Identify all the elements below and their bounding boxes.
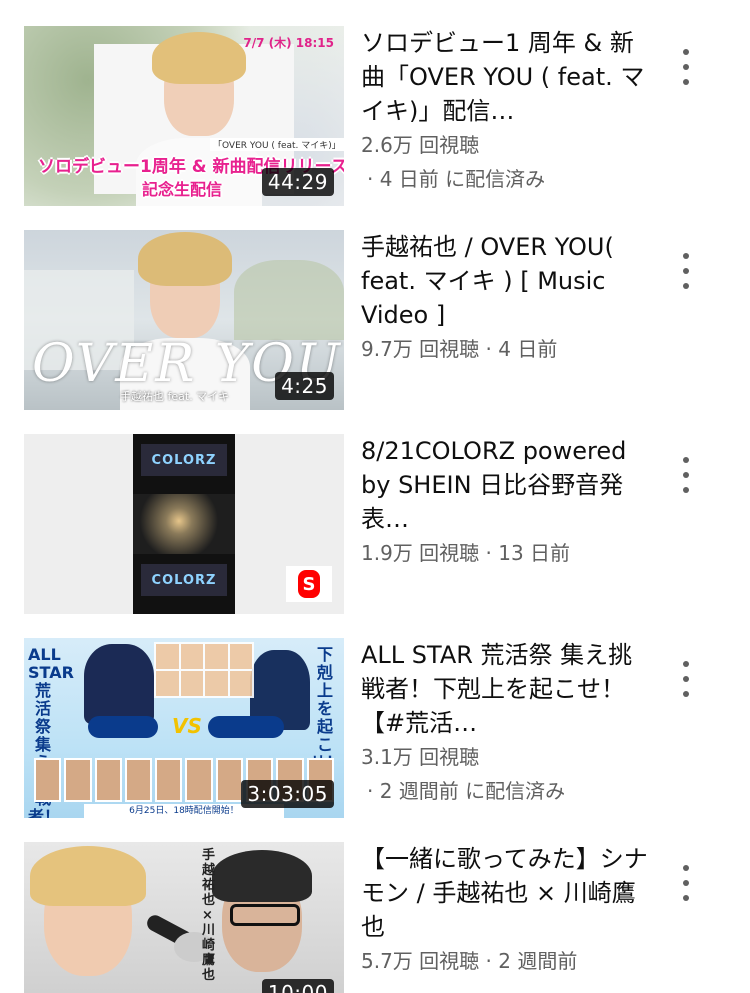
character-figure (84, 644, 154, 724)
video-age: · 2 週間前 に配信済み (367, 779, 566, 803)
video-list: 7/7 (木) 18:15 「OVER YOU ( feat. マイキ)」 ソロ… (0, 0, 750, 993)
person-hair (212, 850, 312, 902)
video-meta: 1.9万 回視聴 · 13 日前 (361, 541, 571, 565)
video-title[interactable]: 8/21COLORZ powered by SHEIN 日比谷野音発表… (361, 434, 651, 536)
duration-badge: 3:03:05 (241, 780, 334, 808)
vs-label: VS (172, 714, 202, 738)
video-thumbnail[interactable]: 手越祐也×川崎鷹也 10:00 (24, 842, 344, 993)
thumbnail-caption-2: 下剋上を起こせ！ (310, 645, 343, 772)
thumbnail-date: 7/7 (木) 18:15 (243, 36, 334, 50)
video-thumbnail[interactable]: ALL STAR 荒活祭 集え挑戦者！ 下剋上を起こせ！ VS 6月25日、18… (24, 638, 344, 818)
person-hair (138, 232, 232, 286)
glasses (230, 904, 300, 926)
video-info: ソロデビュー1 周年 & 新曲「OVER YOU ( feat. マイキ)」配信… (361, 26, 651, 196)
duration-badge: 4:25 (275, 372, 334, 400)
video-title[interactable]: 手越祐也 / OVER YOU( feat. マイキ ) [ Music Vid… (361, 230, 651, 332)
video-title[interactable]: 【一緒に歌ってみた】シナモン / 手越祐也 × 川崎鷹也 (361, 842, 651, 944)
thumbnail-label (208, 716, 284, 738)
video-thumbnail[interactable]: 7/7 (木) 18:15 「OVER YOU ( feat. マイキ)」 ソロ… (24, 26, 344, 206)
video-title[interactable]: ソロデビュー1 周年 & 新曲「OVER YOU ( feat. マイキ)」配信… (361, 26, 651, 128)
participant-grid (154, 642, 254, 698)
video-info: ALL STAR 荒活祭 集え挑戦者！下剋上を起こせ！【#荒活… 3.1万 回視… (361, 638, 651, 808)
thumbnail-caption: 手越祐也×川崎鷹也 (202, 848, 216, 983)
video-thumbnail[interactable]: COLORZ COLORZ S (24, 434, 344, 614)
thumbnail-logo: COLORZ (141, 564, 227, 596)
video-meta: 9.7万 回視聴 · 4 日前 (361, 337, 558, 361)
video-info: 【一緒に歌ってみた】シナモン / 手越祐也 × 川崎鷹也 5.7万 回視聴 · … (361, 842, 651, 978)
thumbnail-label (88, 716, 158, 738)
person-hair (152, 32, 246, 84)
thumbnail-caption-small: 「OVER YOU ( feat. マイキ)」 (210, 138, 344, 151)
stage-image (133, 494, 235, 554)
thumbnail-caption-2: 手越祐也 feat. マイキ (120, 390, 230, 403)
shorts-icon: S (286, 566, 332, 602)
duration-badge: 10:00 (261, 979, 334, 993)
thumbnail-background (234, 260, 344, 340)
thumbnail-caption-2: 記念生配信 (142, 180, 223, 199)
more-options-icon[interactable] (674, 253, 698, 289)
video-title[interactable]: ALL STAR 荒活祭 集え挑戦者！下剋上を起こせ！【#荒活… (361, 638, 651, 740)
duration-badge: 44:29 (261, 168, 334, 196)
video-views: 2.6万 回視聴 (361, 133, 480, 157)
more-options-icon[interactable] (674, 865, 698, 901)
vertical-video-frame: COLORZ COLORZ (133, 434, 235, 614)
person-hair (30, 846, 146, 906)
video-meta: 5.7万 回視聴 · 2 週間前 (361, 949, 578, 973)
video-views: 3.1万 回視聴 (361, 745, 480, 769)
more-options-icon[interactable] (674, 457, 698, 493)
video-age: · 4 日前 に配信済み (367, 167, 546, 191)
video-thumbnail[interactable]: OVER YOU 手越祐也 feat. マイキ 4:25 (24, 230, 344, 410)
video-info: 手越祐也 / OVER YOU( feat. マイキ ) [ Music Vid… (361, 230, 651, 366)
thumbnail-logo: COLORZ (141, 444, 227, 476)
more-options-icon[interactable] (674, 661, 698, 697)
video-info: 8/21COLORZ powered by SHEIN 日比谷野音発表… 1.9… (361, 434, 651, 570)
more-options-icon[interactable] (674, 49, 698, 85)
